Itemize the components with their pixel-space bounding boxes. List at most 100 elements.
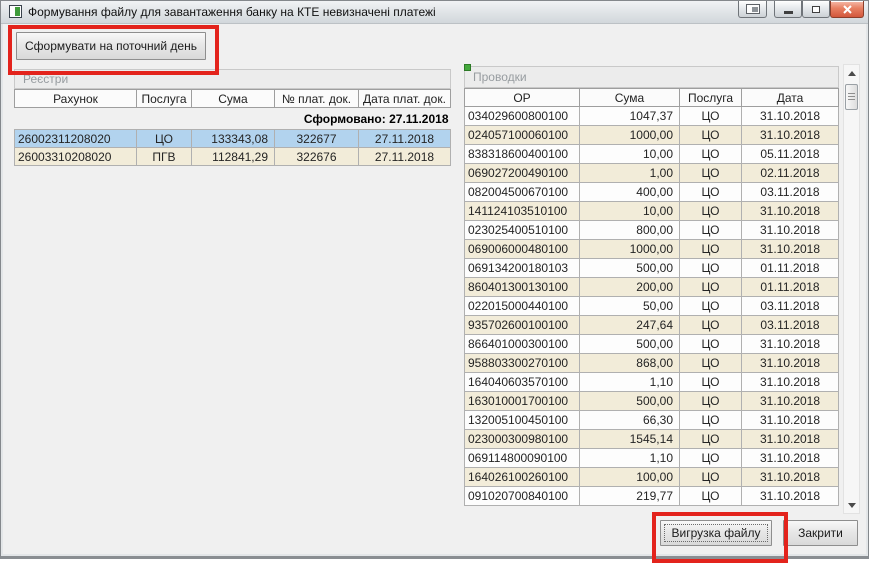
formed-date-label: Сформовано: 27.11.2018 bbox=[14, 107, 451, 130]
transaction-op-cell: 958803300270100 bbox=[464, 353, 580, 373]
window-mode-button[interactable] bbox=[738, 1, 767, 18]
transaction-op-cell: 132005100450100 bbox=[464, 410, 580, 430]
restore-icon bbox=[812, 5, 820, 13]
transactions-scrollbar[interactable] bbox=[843, 64, 860, 514]
transaction-row[interactable]: 141124103510100 10,00 ЦО 31.10.2018 bbox=[464, 201, 839, 221]
transaction-op-cell: 022015000440100 bbox=[464, 296, 580, 316]
transaction-op-cell: 023000300980100 bbox=[464, 429, 580, 449]
transaction-op-cell: 141124103510100 bbox=[464, 201, 580, 221]
scrollbar-thumb[interactable] bbox=[845, 84, 858, 110]
transaction-service-cell: ЦО bbox=[679, 467, 742, 487]
scrollbar-grip-icon bbox=[848, 93, 855, 102]
transaction-date-cell: 31.10.2018 bbox=[741, 448, 839, 468]
registries-table[interactable]: Рахунок Послуга Сума № плат. док. Дата плат.… bbox=[14, 89, 451, 166]
registries-column-header[interactable]: Сума bbox=[191, 89, 275, 108]
transaction-service-cell: ЦО bbox=[679, 410, 742, 430]
transaction-service-cell: ЦО bbox=[679, 448, 742, 468]
transaction-sum-cell: 800,00 bbox=[579, 220, 680, 240]
registries-panel-title: Реєстри bbox=[23, 72, 69, 86]
transaction-service-cell: ЦО bbox=[679, 125, 742, 145]
transaction-date-cell: 31.10.2018 bbox=[741, 410, 839, 430]
transaction-row[interactable]: 024057100060100 1000,00 ЦО 31.10.2018 bbox=[464, 125, 839, 145]
transaction-row[interactable]: 164040603570100 1,10 ЦО 31.10.2018 bbox=[464, 372, 839, 392]
transaction-row[interactable]: 838318600400100 10,00 ЦО 05.11.2018 bbox=[464, 144, 839, 164]
transactions-panel-header: Проводки bbox=[464, 64, 839, 88]
registry-docno-cell: 322677 bbox=[274, 129, 359, 148]
scroll-up-button[interactable] bbox=[844, 65, 859, 81]
transaction-op-cell: 024057100060100 bbox=[464, 125, 580, 145]
transaction-sum-cell: 219,77 bbox=[579, 486, 680, 506]
transaction-date-cell: 03.11.2018 bbox=[741, 182, 839, 202]
transactions-panel: Проводки ОР Сума Послуга Дата 03402960080010… bbox=[464, 64, 839, 506]
transaction-op-cell: 082004500670100 bbox=[464, 182, 580, 202]
app-icon bbox=[9, 5, 22, 18]
registries-panel: Реєстри Рахунок Послуга Сума № плат. док. Да… bbox=[14, 69, 451, 166]
transaction-date-cell: 31.10.2018 bbox=[741, 372, 839, 392]
transaction-date-cell: 31.10.2018 bbox=[741, 220, 839, 240]
transaction-service-cell: ЦО bbox=[679, 163, 742, 183]
transactions-column-header[interactable]: ОР bbox=[464, 88, 580, 107]
scroll-down-button[interactable] bbox=[844, 497, 859, 513]
registries-column-header[interactable]: № плат. док. bbox=[274, 89, 359, 108]
restore-button[interactable] bbox=[802, 1, 830, 18]
registry-sum-cell: 112841,29 bbox=[191, 147, 275, 166]
transaction-row[interactable]: 860401300130100 200,00 ЦО 01.11.2018 bbox=[464, 277, 839, 297]
transactions-table[interactable]: ОР Сума Послуга Дата 034029600800100 1047,37 Ц… bbox=[464, 88, 839, 506]
transaction-service-cell: ЦО bbox=[679, 372, 742, 392]
registries-header-row: Рахунок Послуга Сума № плат. док. Дата плат.… bbox=[14, 89, 451, 108]
transaction-row[interactable]: 132005100450100 66,30 ЦО 31.10.2018 bbox=[464, 410, 839, 430]
transaction-sum-cell: 1545,14 bbox=[579, 429, 680, 449]
transaction-op-cell: 866401000300100 bbox=[464, 334, 580, 354]
registries-column-header[interactable]: Послуга bbox=[136, 89, 192, 108]
generate-today-button[interactable]: Сформувати на поточний день bbox=[16, 32, 206, 60]
transaction-row[interactable]: 022015000440100 50,00 ЦО 03.11.2018 bbox=[464, 296, 839, 316]
registry-docdate-cell: 27.11.2018 bbox=[358, 147, 451, 166]
transaction-row[interactable]: 935702600100100 247,64 ЦО 03.11.2018 bbox=[464, 315, 839, 335]
transaction-row[interactable]: 023000300980100 1545,14 ЦО 31.10.2018 bbox=[464, 429, 839, 449]
transaction-date-cell: 02.11.2018 bbox=[741, 163, 839, 183]
registries-panel-header: Реєстри bbox=[14, 69, 451, 89]
transaction-row[interactable]: 082004500670100 400,00 ЦО 03.11.2018 bbox=[464, 182, 839, 202]
registry-row[interactable]: 26003310208020 ПГВ 112841,29 322676 27.11.20… bbox=[14, 147, 451, 166]
transaction-sum-cell: 400,00 bbox=[579, 182, 680, 202]
registry-service-cell: ПГВ bbox=[136, 147, 192, 166]
transaction-service-cell: ЦО bbox=[679, 144, 742, 164]
registries-column-header[interactable]: Рахунок bbox=[14, 89, 137, 108]
transaction-row[interactable]: 958803300270100 868,00 ЦО 31.10.2018 bbox=[464, 353, 839, 373]
transaction-sum-cell: 868,00 bbox=[579, 353, 680, 373]
registry-row[interactable]: 26002311208020 ЦО 133343,08 322677 27.11.201… bbox=[14, 129, 451, 148]
transaction-op-cell: 069027200490100 bbox=[464, 163, 580, 183]
transaction-row[interactable]: 023025400510100 800,00 ЦО 31.10.2018 bbox=[464, 220, 839, 240]
transaction-date-cell: 31.10.2018 bbox=[741, 125, 839, 145]
transactions-column-header[interactable]: Сума bbox=[579, 88, 680, 107]
transaction-op-cell: 034029600800100 bbox=[464, 106, 580, 126]
transaction-row[interactable]: 091020700840100 219,77 ЦО 31.10.2018 bbox=[464, 486, 839, 506]
transaction-op-cell: 860401300130100 bbox=[464, 277, 580, 297]
transaction-op-cell: 069114800090100 bbox=[464, 448, 580, 468]
title-bar[interactable]: Формування файлу для завантаження банку … bbox=[1, 1, 868, 24]
export-file-button[interactable]: Вигрузка файлу bbox=[660, 520, 772, 546]
transaction-service-cell: ЦО bbox=[679, 258, 742, 278]
transaction-row[interactable]: 069134200180103 500,00 ЦО 01.11.2018 bbox=[464, 258, 839, 278]
transaction-sum-cell: 1000,00 bbox=[579, 239, 680, 259]
transaction-service-cell: ЦО bbox=[679, 201, 742, 221]
transaction-sum-cell: 247,64 bbox=[579, 315, 680, 335]
transaction-date-cell: 31.10.2018 bbox=[741, 391, 839, 411]
transaction-row[interactable]: 069006000480100 1000,00 ЦО 31.10.2018 bbox=[464, 239, 839, 259]
transaction-op-cell: 164026100260100 bbox=[464, 467, 580, 487]
transaction-row[interactable]: 164026100260100 100,00 ЦО 31.10.2018 bbox=[464, 467, 839, 487]
transaction-row[interactable]: 163010001700100 500,00 ЦО 31.10.2018 bbox=[464, 391, 839, 411]
transactions-column-header[interactable]: Послуга bbox=[679, 88, 742, 107]
transaction-row[interactable]: 866401000300100 500,00 ЦО 31.10.2018 bbox=[464, 334, 839, 354]
transactions-column-header[interactable]: Дата bbox=[741, 88, 839, 107]
transaction-sum-cell: 500,00 bbox=[579, 258, 680, 278]
transaction-row[interactable]: 069027200490100 1,00 ЦО 02.11.2018 bbox=[464, 163, 839, 183]
transaction-date-cell: 05.11.2018 bbox=[741, 144, 839, 164]
minimize-button[interactable] bbox=[774, 1, 802, 18]
registries-column-header[interactable]: Дата плат. док. bbox=[358, 89, 451, 108]
transaction-op-cell: 023025400510100 bbox=[464, 220, 580, 240]
transaction-row[interactable]: 034029600800100 1047,37 ЦО 31.10.2018 bbox=[464, 106, 839, 126]
transaction-row[interactable]: 069114800090100 1,10 ЦО 31.10.2018 bbox=[464, 448, 839, 468]
close-dialog-button[interactable]: Закрити bbox=[783, 520, 858, 546]
close-button[interactable] bbox=[830, 1, 864, 18]
